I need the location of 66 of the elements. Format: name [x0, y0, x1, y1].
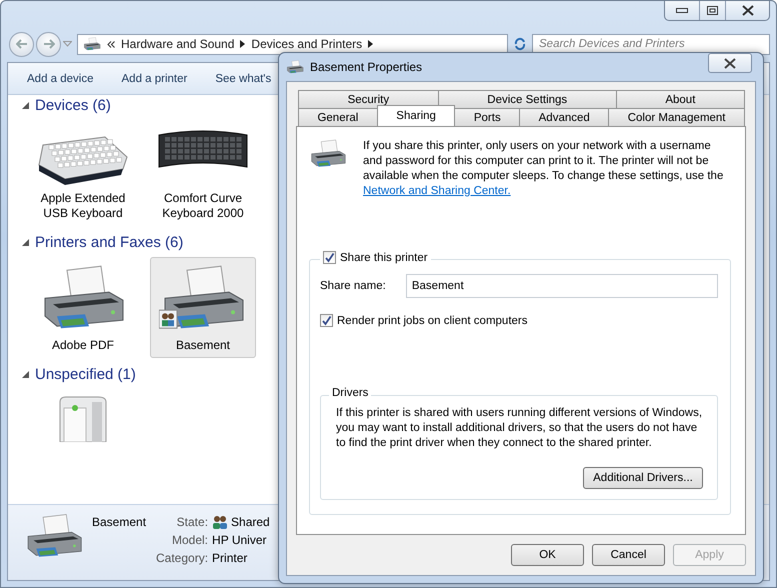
printer-icon	[83, 36, 101, 52]
dialog-button[interactable]: OK	[511, 544, 584, 566]
refresh-icon[interactable]	[513, 37, 527, 51]
device-tile[interactable]: Apple Extended USB Keyboard	[30, 120, 136, 226]
device-tile[interactable]: Basement	[150, 257, 256, 358]
share-name-label: Share name:	[320, 280, 386, 292]
group-label: Drivers	[332, 387, 368, 399]
chevron-right-icon[interactable]	[368, 40, 374, 48]
device-name: Basement	[92, 515, 148, 531]
tab[interactable]: Security	[298, 90, 439, 108]
checkbox-label: Render print jobs on client computers	[337, 314, 528, 326]
collapse-triangle-icon[interactable]	[22, 371, 29, 378]
field-label: Model:	[171, 533, 208, 547]
drivers-description: If this printer is shared with users running different versions of Windows, you may want to install additional drivers, so that the users do not have to find the print driver when they connect to the shared printer.	[336, 406, 703, 451]
double-chevron-icon	[107, 40, 115, 48]
network-sharing-link[interactable]: Network and Sharing Center.	[363, 185, 511, 197]
field-value: Shared	[231, 515, 270, 529]
collapse-triangle-icon[interactable]	[22, 239, 29, 246]
breadcrumb[interactable]: Hardware and Sound	[121, 37, 234, 51]
share-name-field[interactable]: Basement	[406, 274, 718, 298]
minimize-icon	[676, 8, 688, 13]
dialog-button[interactable]: Cancel	[592, 544, 665, 566]
field-label: State:	[176, 515, 208, 529]
sharing-description: If you share this printer, only users on your network with a username and password for this computer can print to it. The printer will not be available when the computer sleeps. To change these settings, use the Network and Sharing Center.	[363, 139, 724, 199]
field-value: Printer	[212, 551, 248, 565]
collapse-triangle-icon[interactable]	[22, 102, 29, 109]
maximize-icon	[707, 6, 718, 15]
search-field[interactable]: Search Devices and Printers	[532, 34, 770, 54]
users-icon	[212, 515, 228, 529]
tab[interactable]: Device Settings	[438, 90, 617, 108]
field-value: HP Univer	[212, 533, 266, 547]
computer-tower-icon	[58, 396, 108, 442]
tab[interactable]: General	[298, 108, 378, 126]
close-button[interactable]	[708, 53, 752, 73]
device-label: Apple Extended USB Keyboard	[40, 191, 126, 221]
tab[interactable]: Color Management	[608, 108, 745, 126]
back-arrow-icon	[16, 39, 28, 49]
render-checkbox[interactable]	[320, 314, 333, 327]
breadcrumb[interactable]: Devices and Printers	[251, 37, 362, 51]
close-icon	[740, 5, 754, 16]
tab[interactable]: Ports	[454, 108, 520, 126]
tab[interactable]: About	[616, 90, 745, 108]
device-label: Comfort Curve Keyboard 2000	[161, 191, 245, 221]
address-bar[interactable]: Hardware and Sound Devices and Printers	[77, 34, 508, 54]
printer-icon	[309, 139, 347, 170]
device-tile[interactable]: Comfort Curve Keyboard 2000	[150, 120, 256, 226]
chevron-right-icon[interactable]	[240, 40, 246, 48]
additional-drivers-button[interactable]: Additional Drivers...	[583, 467, 703, 489]
group-heading[interactable]: Printers and Faxes (6)	[35, 234, 184, 251]
forward-arrow-icon	[42, 39, 54, 49]
dialog-title: Basement Properties	[310, 60, 424, 74]
tab[interactable]: Sharing	[376, 105, 456, 126]
device-label: Basement	[176, 338, 230, 354]
device-label: Adobe PDF	[52, 338, 114, 354]
group-heading[interactable]: Unspecified (1)	[35, 366, 136, 384]
group-heading[interactable]: Devices (6)	[35, 97, 111, 114]
device-tile[interactable]: Adobe PDF	[30, 257, 136, 358]
toolbar-button[interactable]: See what's	[215, 72, 272, 84]
toolbar-button[interactable]: Add a printer	[122, 72, 188, 84]
checkbox-label: Share this printer	[340, 252, 428, 264]
share-checkbox[interactable]	[323, 251, 336, 264]
printer-icon	[286, 60, 304, 74]
tab[interactable]: Advanced	[519, 108, 610, 126]
close-icon	[723, 58, 737, 68]
field-label: Category:	[156, 551, 208, 565]
toolbar-button[interactable]: Add a device	[27, 72, 94, 84]
